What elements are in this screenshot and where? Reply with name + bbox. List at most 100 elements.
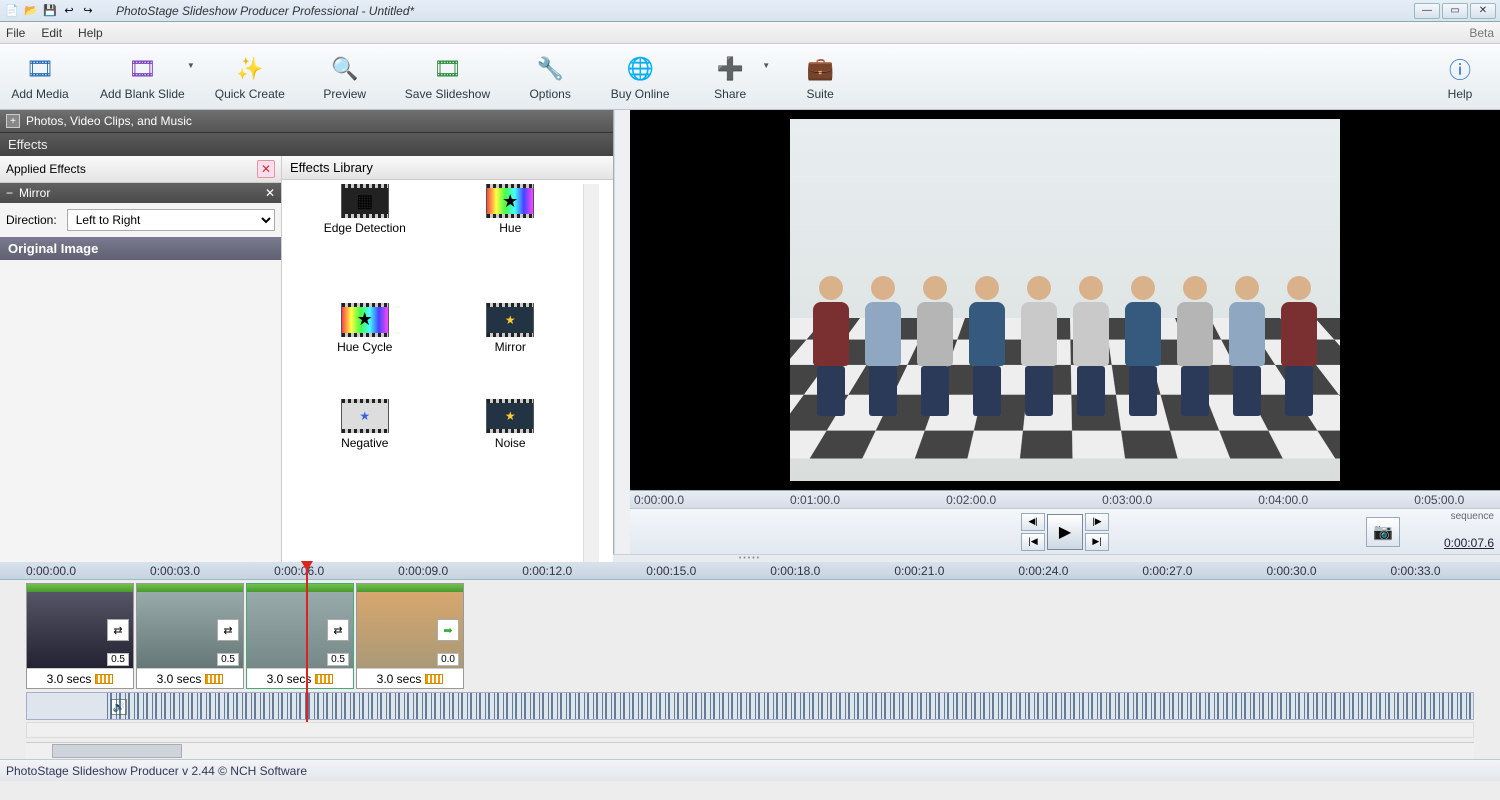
effects-library-header: Effects Library — [282, 156, 613, 180]
preview-viewport — [630, 110, 1500, 490]
clip-handle-icon[interactable] — [315, 674, 333, 684]
tl-tick: 0:00:06.0 — [274, 564, 324, 578]
remove-effect-icon[interactable]: ✕ — [265, 186, 275, 200]
playhead[interactable] — [306, 562, 308, 722]
transition-duration: 0.5 — [327, 653, 349, 666]
audio-track[interactable]: 🔊 — [26, 692, 1474, 720]
tl-tick: 0:00:09.0 — [398, 564, 448, 578]
left-panel: +Photos, Video Clips, and Music Effects … — [0, 110, 614, 554]
transition-icon[interactable]: ⇄ — [327, 619, 349, 641]
menu-file[interactable]: File — [6, 26, 25, 40]
direction-select[interactable]: Left to Right — [67, 209, 275, 231]
transition-icon[interactable]: ⇄ — [107, 619, 129, 641]
close-button[interactable]: ✕ — [1470, 3, 1496, 19]
share-label: Share — [714, 87, 746, 101]
delete-effect-button[interactable]: ✕ — [257, 160, 275, 178]
transition-duration: 0.5 — [107, 653, 129, 666]
main-body: +Photos, Video Clips, and Music Effects … — [0, 110, 1500, 554]
effect-noise[interactable]: ★Noise — [438, 376, 584, 472]
beta-label: Beta — [1469, 26, 1494, 40]
effect-hue[interactable]: ★Hue — [438, 184, 584, 280]
timeline-clip[interactable]: ➡0.03.0 secs — [356, 583, 464, 689]
preview-button[interactable]: 🔍Preview — [315, 53, 375, 101]
maximize-button[interactable]: ▭ — [1442, 3, 1468, 19]
options-label: Options — [529, 87, 570, 101]
window-title: PhotoStage Slideshow Producer Profession… — [96, 4, 1412, 18]
timeline-clip-selected[interactable]: ⇄0.53.0 secs — [246, 583, 354, 689]
options-button[interactable]: 🔧Options — [520, 53, 580, 101]
window-controls: — ▭ ✕ — [1412, 3, 1496, 19]
qat-open-icon[interactable]: 📂 — [23, 3, 39, 19]
transition-icon[interactable]: ⇄ — [217, 619, 239, 641]
globe-icon: 🌐 — [624, 53, 656, 85]
share-button[interactable]: ➕Share▼ — [700, 53, 760, 101]
tl-tick: 0:00:00.0 — [26, 564, 76, 578]
effect-label: Negative — [341, 436, 388, 450]
tl-tick: 0:00:24.0 — [1018, 564, 1068, 578]
timeline-ruler[interactable]: 0:00:00.0 0:00:03.0 0:00:06.0 0:00:09.0 … — [0, 562, 1500, 580]
effect-hue-cycle[interactable]: ★Hue Cycle — [292, 280, 438, 376]
timeline-clip[interactable]: ⇄0.53.0 secs — [136, 583, 244, 689]
effect-label: Edge Detection — [324, 221, 406, 235]
title-bar: 📄 📂 💾 ↩ ↪ PhotoStage Slideshow Producer … — [0, 0, 1500, 22]
chevron-down-icon[interactable]: ▼ — [762, 61, 770, 70]
tl-tick: 0:00:12.0 — [522, 564, 572, 578]
timeline-clip[interactable]: ⇄ 0.5 3.0 secs — [26, 583, 134, 689]
effects-library-pane: Effects Library ▦Edge Detection ★Hue ★Hu… — [282, 156, 613, 572]
effect-negative[interactable]: ★Negative — [292, 376, 438, 472]
menu-edit[interactable]: Edit — [41, 26, 62, 40]
go-start-button[interactable]: |◀ — [1021, 533, 1045, 551]
transport-bar: ◀| |◀ ▶ |▶ ▶| 📷 sequence 0:00:07.6 — [630, 508, 1500, 554]
video-track: ⇄0.53.0 secs ⇄0.53.0 secs ⇄0.53.0 secs ➡… — [0, 580, 1500, 690]
quick-create-button[interactable]: ✨Quick Create — [215, 53, 285, 101]
ruler-tick: 0:03:00.0 — [1102, 493, 1152, 507]
timeline-scrollbar[interactable] — [26, 742, 1474, 759]
clip-handle-icon[interactable] — [425, 674, 443, 684]
next-frame-button[interactable]: |▶ — [1085, 513, 1109, 531]
direction-label: Direction: — [6, 213, 57, 227]
save-slideshow-button[interactable]: 🎞Save Slideshow — [405, 53, 490, 101]
expand-icon: + — [6, 114, 20, 128]
buy-online-button[interactable]: 🌐Buy Online — [610, 53, 670, 101]
add-media-button[interactable]: 🎞Add Media — [10, 53, 70, 101]
effect-edge-detection[interactable]: ▦Edge Detection — [292, 184, 438, 280]
clip-handle-icon[interactable] — [95, 674, 113, 684]
qat-new-icon[interactable]: 📄 — [4, 3, 20, 19]
effects-panel-header[interactable]: Effects — [0, 133, 613, 156]
transition-duration: 0.5 — [217, 653, 239, 666]
preview-ruler[interactable]: 0:00:00.0 0:01:00.0 0:02:00.0 0:03:00.0 … — [630, 490, 1500, 508]
chevron-down-icon[interactable]: ▼ — [187, 61, 195, 70]
qat-undo-icon[interactable]: ↩ — [61, 3, 77, 19]
qat-save-icon[interactable]: 💾 — [42, 3, 58, 19]
help-label: Help — [1448, 87, 1473, 101]
suite-label: Suite — [806, 87, 833, 101]
effect-mirror[interactable]: ★Mirror — [438, 280, 584, 376]
narration-track[interactable] — [26, 722, 1474, 738]
menu-help[interactable]: Help — [78, 26, 103, 40]
add-blank-slide-button[interactable]: 🎞Add Blank Slide▼ — [100, 53, 185, 101]
ruler-tick: 0:04:00.0 — [1258, 493, 1308, 507]
prev-frame-button[interactable]: ◀| — [1021, 513, 1045, 531]
play-button[interactable]: ▶ — [1047, 514, 1083, 550]
suite-icon: 💼 — [804, 53, 836, 85]
transition-duration: 0.0 — [437, 653, 459, 666]
clip-handle-icon[interactable] — [205, 674, 223, 684]
photos-panel-header[interactable]: +Photos, Video Clips, and Music — [0, 110, 613, 133]
qat-redo-icon[interactable]: ↪ — [80, 3, 96, 19]
clip-duration: 3.0 secs — [47, 672, 92, 686]
applied-effect-row[interactable]: − Mirror ✕ — [0, 183, 281, 203]
snapshot-button[interactable]: 📷 — [1366, 517, 1400, 547]
library-scrollbar[interactable] — [583, 184, 599, 568]
menu-bar: File Edit Help Beta — [0, 22, 1500, 44]
left-scrollbar[interactable] — [614, 110, 630, 554]
current-time[interactable]: 0:00:07.6 — [1444, 536, 1494, 550]
blank-slide-icon: 🎞 — [126, 53, 158, 85]
transition-end-icon[interactable]: ➡ — [437, 619, 459, 641]
scrollbar-thumb[interactable] — [52, 744, 182, 758]
help-button[interactable]: ⓘHelp — [1430, 53, 1490, 101]
timeline: 0:00:00.0 0:00:03.0 0:00:06.0 0:00:09.0 … — [0, 562, 1500, 759]
original-image-row[interactable]: Original Image — [0, 237, 281, 260]
suite-button[interactable]: 💼 Suite — [790, 53, 850, 101]
minimize-button[interactable]: — — [1414, 3, 1440, 19]
go-end-button[interactable]: ▶| — [1085, 533, 1109, 551]
